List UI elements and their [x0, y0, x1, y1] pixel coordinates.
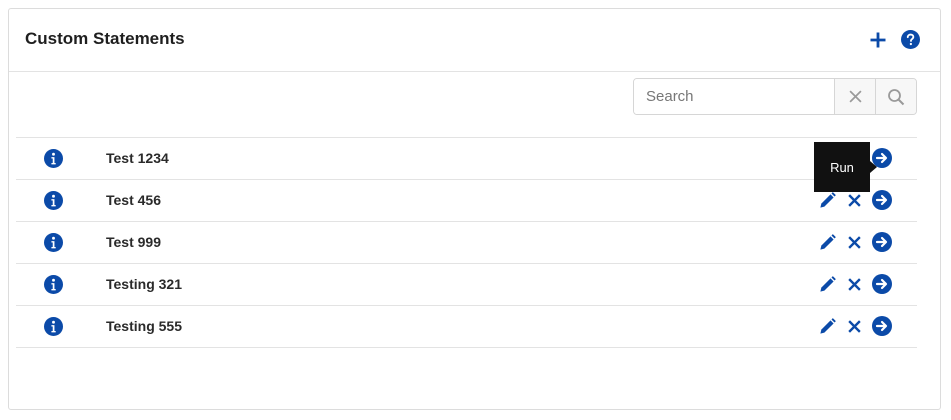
- row-actions: [818, 316, 892, 336]
- statement-row: Test 456: [16, 180, 917, 222]
- question-circle-icon[interactable]: [901, 30, 920, 49]
- plus-icon[interactable]: [869, 31, 887, 49]
- magnifier-icon: [888, 88, 905, 105]
- close-icon[interactable]: [847, 193, 862, 208]
- search-input[interactable]: [634, 79, 834, 114]
- statement-name[interactable]: Test 1234: [106, 150, 169, 166]
- info-icon[interactable]: [44, 275, 63, 299]
- close-icon[interactable]: [847, 277, 862, 292]
- arrow-circle-right-icon[interactable]: [872, 232, 892, 252]
- arrow-circle-right-icon[interactable]: [872, 316, 892, 336]
- statement-name[interactable]: Testing 321: [106, 276, 182, 292]
- statement-row: Testing 321: [16, 264, 917, 306]
- arrow-circle-right-icon[interactable]: [872, 190, 892, 210]
- row-actions: [818, 274, 892, 294]
- search-clear-button[interactable]: [834, 79, 875, 114]
- row-actions: [818, 190, 892, 210]
- close-icon[interactable]: [847, 235, 862, 250]
- run-tooltip: Run: [814, 142, 877, 192]
- search-submit-button[interactable]: [875, 79, 916, 114]
- pencil-icon[interactable]: [818, 233, 837, 252]
- close-icon: [848, 90, 862, 103]
- info-icon[interactable]: [44, 317, 63, 341]
- pencil-icon[interactable]: [818, 191, 837, 210]
- info-icon[interactable]: [44, 233, 63, 257]
- statement-row: Test 999: [16, 222, 917, 264]
- search-group: [633, 78, 917, 115]
- statement-name[interactable]: Test 456: [106, 192, 161, 208]
- pencil-icon[interactable]: [818, 317, 837, 336]
- statement-name[interactable]: Testing 555: [106, 318, 182, 334]
- panel-title: Custom Statements: [25, 29, 185, 48]
- pencil-icon[interactable]: [818, 275, 837, 294]
- statement-name[interactable]: Test 999: [106, 234, 161, 250]
- header-actions: [869, 30, 920, 49]
- info-icon[interactable]: [44, 191, 63, 215]
- statement-row: Testing 555: [16, 306, 917, 348]
- row-actions: [818, 232, 892, 252]
- info-icon[interactable]: [44, 149, 63, 173]
- close-icon[interactable]: [847, 319, 862, 334]
- arrow-circle-right-icon[interactable]: [872, 274, 892, 294]
- statement-list: Test 1234 Test 456 Test 999 Testing 321: [16, 137, 917, 348]
- panel-header: Custom Statements: [9, 9, 940, 72]
- statement-row: Test 1234: [16, 138, 917, 180]
